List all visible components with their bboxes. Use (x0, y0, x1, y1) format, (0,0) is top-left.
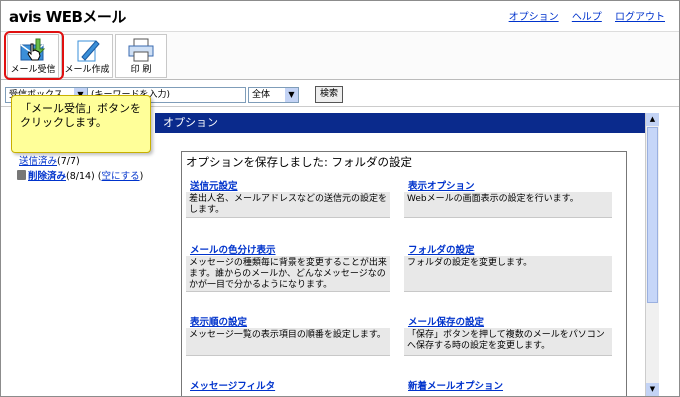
chevron-down-icon: ▼ (285, 88, 298, 102)
top-links: オプション ヘルプ ログアウト (499, 8, 665, 23)
option-sort-order[interactable]: 表示順の設定 (190, 314, 247, 328)
search-button[interactable]: 検索 (315, 86, 344, 103)
help-link[interactable]: ヘルプ (572, 12, 602, 23)
sent-folder-link[interactable]: 送信済み (19, 156, 57, 167)
tree-item-sent[interactable]: 送信済み(7/7) (19, 153, 80, 167)
header: avis WEBメール オプション ヘルプ ログアウト (1, 1, 679, 31)
logout-link[interactable]: ログアウト (615, 12, 665, 23)
option-desc: フォルダの設定を変更します。 (404, 256, 612, 292)
scroll-up-icon[interactable]: ▲ (646, 113, 659, 126)
compose-mail-button[interactable]: メール作成 (61, 34, 113, 78)
options-main: オプション オプションを保存しました: フォルダの設定 送信元設定 差出人名、メ… (155, 113, 645, 396)
toolbar: メール受信 メール作成 印 刷 (1, 31, 679, 80)
option-desc: Webメールの画面表示の設定を行います。 (404, 192, 612, 218)
app-window: avis WEBメール オプション ヘルプ ログアウト メール受信 メール作成 (0, 0, 680, 397)
instruction-callout: 「メール受信」ボタンをクリックします。 (11, 95, 151, 153)
option-desc: メッセージの種類毎に背景を変更することが出来ます。誰からのメールか、どんなメッセ… (186, 256, 390, 292)
option-message-filter[interactable]: メッセージフィルタ (190, 378, 275, 392)
tree-item-trash[interactable]: 削除済み(8/14) (空にする) (17, 168, 143, 182)
page-title: オプション (155, 113, 645, 133)
printer-icon (128, 38, 154, 62)
scope-select[interactable]: 全体 ▼ (248, 87, 299, 103)
option-folder-settings[interactable]: フォルダの設定 (408, 242, 475, 256)
scroll-down-icon[interactable]: ▼ (646, 383, 659, 396)
print-label: 印 刷 (130, 65, 152, 75)
option-color-display[interactable]: メールの色分け表示 (190, 242, 276, 256)
option-desc: 「保存」ボタンを押して複数のメールをパソコンへ保存する時の設定を変更します。 (404, 328, 612, 356)
trash-folder-link[interactable]: 削除済み (28, 171, 66, 182)
empty-trash-link[interactable]: 空にする (102, 171, 140, 182)
trash-icon (17, 170, 26, 180)
logo: avis WEBメール (9, 8, 126, 26)
trash-count: (8/14) (66, 171, 95, 182)
sent-count: (7/7) (57, 156, 80, 167)
compose-mail-label: メール作成 (64, 65, 110, 75)
option-new-mail[interactable]: 新着メールオプション (408, 378, 503, 392)
option-desc: メッセージ一覧の表示項目の順番を設定します。 (186, 328, 390, 356)
option-display-options[interactable]: 表示オプション (408, 178, 475, 192)
options-link[interactable]: オプション (509, 12, 559, 23)
scroll-thumb[interactable] (647, 127, 658, 303)
hand-cursor-icon (27, 43, 41, 61)
print-button[interactable]: 印 刷 (115, 34, 167, 78)
scope-select-value: 全体 (252, 90, 271, 100)
compose-icon (77, 40, 100, 62)
option-desc: 差出人名、メールアドレスなどの送信元の設定をします。 (186, 192, 390, 218)
panel-title: オプションを保存しました: フォルダの設定 (186, 155, 413, 169)
option-sender-settings[interactable]: 送信元設定 (190, 178, 238, 192)
options-panel: オプションを保存しました: フォルダの設定 送信元設定 差出人名、メールアドレス… (181, 151, 627, 396)
option-save-settings[interactable]: メール保存の設定 (408, 314, 484, 328)
vertical-scrollbar[interactable]: ▲ ▼ (645, 113, 659, 396)
